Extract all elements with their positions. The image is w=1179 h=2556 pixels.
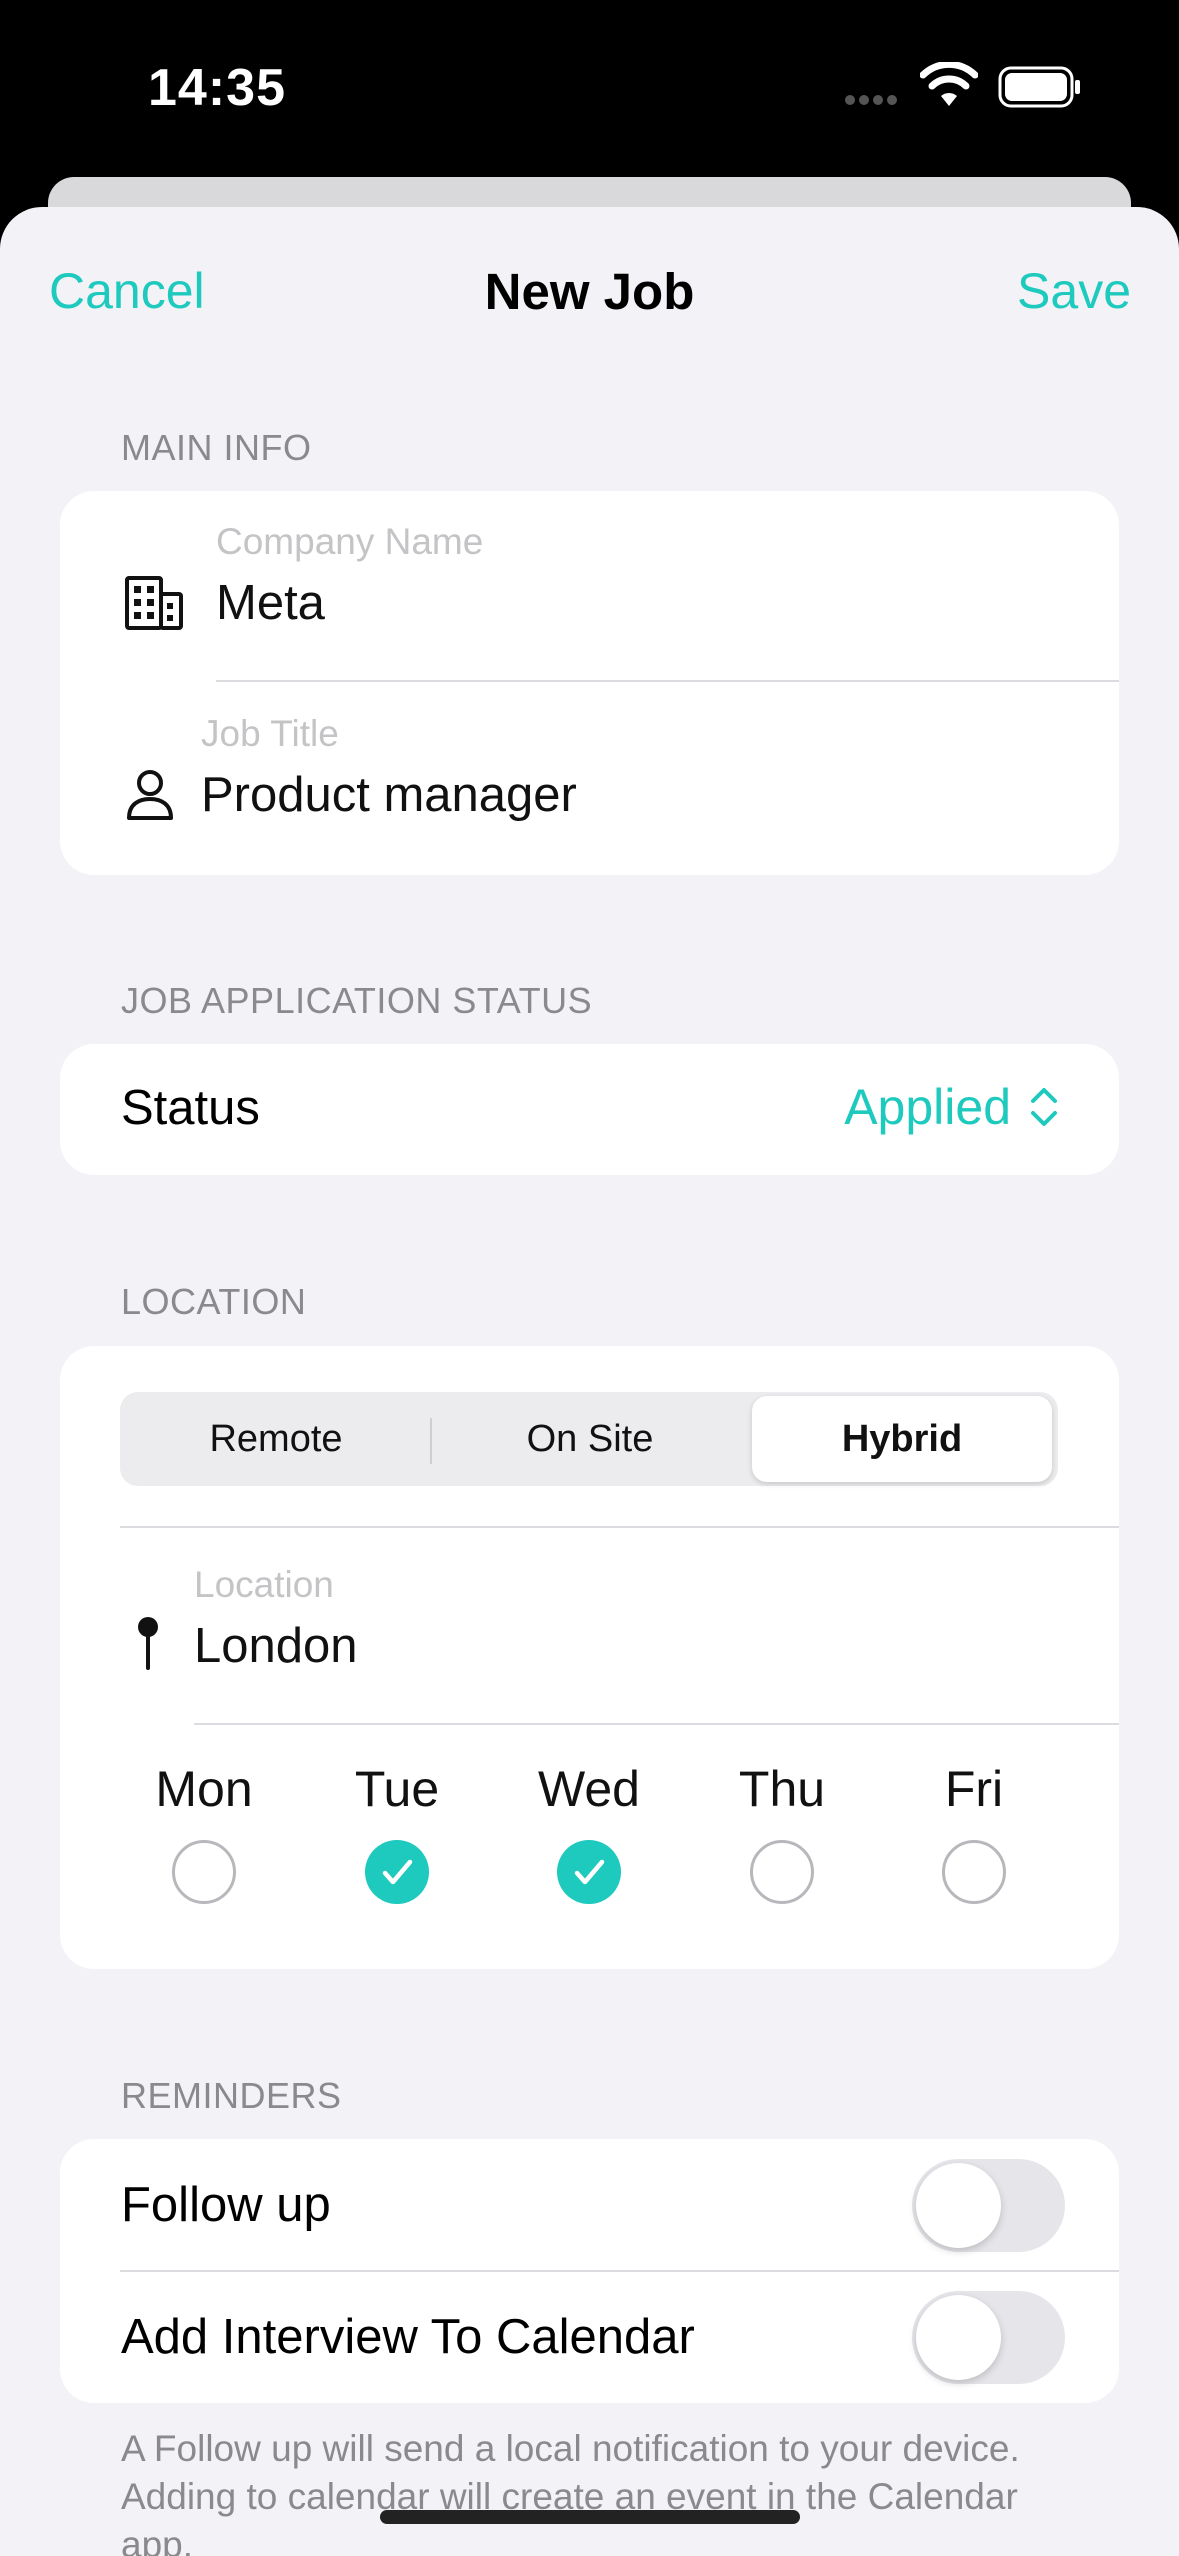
day-checkbox[interactable] xyxy=(942,1840,1006,1904)
day-checkbox[interactable] xyxy=(750,1840,814,1904)
divider xyxy=(120,1526,1119,1528)
status-bar: 14:35 xyxy=(0,0,1179,175)
toggle-knob xyxy=(916,2163,1001,2248)
toggle-knob xyxy=(916,2295,1001,2380)
home-indicator[interactable] xyxy=(380,2510,800,2524)
location-card: Remote On Site Hybrid Location London Mo… xyxy=(60,1346,1119,1969)
status-card: Status Applied xyxy=(60,1044,1119,1175)
pin-icon xyxy=(138,1617,158,1670)
cellular-signal-icon xyxy=(845,92,901,110)
save-button[interactable]: Save xyxy=(1017,262,1131,320)
status-value: Applied xyxy=(844,1079,1011,1135)
new-job-sheet: Cancel New Job Save MAIN INFO Company Na… xyxy=(0,207,1179,2556)
segment-hybrid[interactable]: Hybrid xyxy=(752,1396,1052,1482)
person-icon xyxy=(127,770,173,820)
day-label: Mon xyxy=(155,1761,253,1817)
battery-icon xyxy=(998,66,1080,108)
status-picker[interactable]: Applied xyxy=(844,1078,1059,1136)
day-checkbox[interactable] xyxy=(172,1840,236,1904)
follow-up-toggle[interactable] xyxy=(912,2159,1065,2252)
job-title-field[interactable]: Product manager xyxy=(201,767,577,823)
company-name-field[interactable]: Meta xyxy=(216,575,325,631)
chevron-up-down-icon xyxy=(1031,1088,1057,1126)
job-title-caption: Job Title xyxy=(201,713,339,754)
divider xyxy=(194,1723,1119,1725)
page-title: New Job xyxy=(484,263,695,320)
navigation-bar: Cancel New Job Save xyxy=(0,207,1179,377)
follow-up-label: Follow up xyxy=(121,2178,331,2232)
segment-separator xyxy=(430,1418,432,1464)
day-label: Tue xyxy=(354,1761,440,1817)
checkmark-icon[interactable] xyxy=(557,1840,621,1904)
segment-remote[interactable]: Remote xyxy=(126,1396,426,1482)
calendar-toggle[interactable] xyxy=(912,2291,1065,2384)
day-thursday[interactable]: Thu xyxy=(702,1760,862,1904)
day-tuesday[interactable]: Tue xyxy=(317,1760,477,1904)
company-name-caption: Company Name xyxy=(216,521,484,562)
wifi-icon xyxy=(920,62,978,106)
follow-up-row: Follow up xyxy=(60,2139,1119,2271)
section-label-location: LOCATION xyxy=(121,1281,307,1322)
section-label-status: JOB APPLICATION STATUS xyxy=(121,980,593,1021)
day-label: Wed xyxy=(538,1761,640,1817)
section-label-reminders: REMINDERS xyxy=(121,2075,342,2116)
calendar-row: Add Interview To Calendar xyxy=(60,2271,1119,2403)
location-field[interactable]: London xyxy=(194,1618,358,1674)
segment-on-site[interactable]: On Site xyxy=(440,1396,740,1482)
checkmark-icon[interactable] xyxy=(365,1840,429,1904)
work-mode-segmented-control: Remote On Site Hybrid xyxy=(120,1392,1058,1486)
calendar-label: Add Interview To Calendar xyxy=(121,2310,695,2364)
divider xyxy=(216,680,1119,682)
day-friday[interactable]: Fri xyxy=(894,1760,1054,1904)
status-time: 14:35 xyxy=(148,59,286,117)
reminders-footer-note: A Follow up will send a local notificati… xyxy=(121,2428,1020,2556)
reminders-card: Follow up Add Interview To Calendar xyxy=(60,2139,1119,2403)
day-monday[interactable]: Mon xyxy=(124,1760,284,1904)
status-label: Status xyxy=(121,1081,260,1135)
day-wednesday[interactable]: Wed xyxy=(509,1760,669,1904)
location-caption: Location xyxy=(194,1564,334,1605)
building-icon xyxy=(125,576,183,630)
section-label-main-info: MAIN INFO xyxy=(121,427,312,468)
main-info-card: Company Name Meta Job Title Product mana… xyxy=(60,491,1119,875)
day-label: Fri xyxy=(944,1761,1004,1817)
day-label: Thu xyxy=(738,1761,826,1817)
